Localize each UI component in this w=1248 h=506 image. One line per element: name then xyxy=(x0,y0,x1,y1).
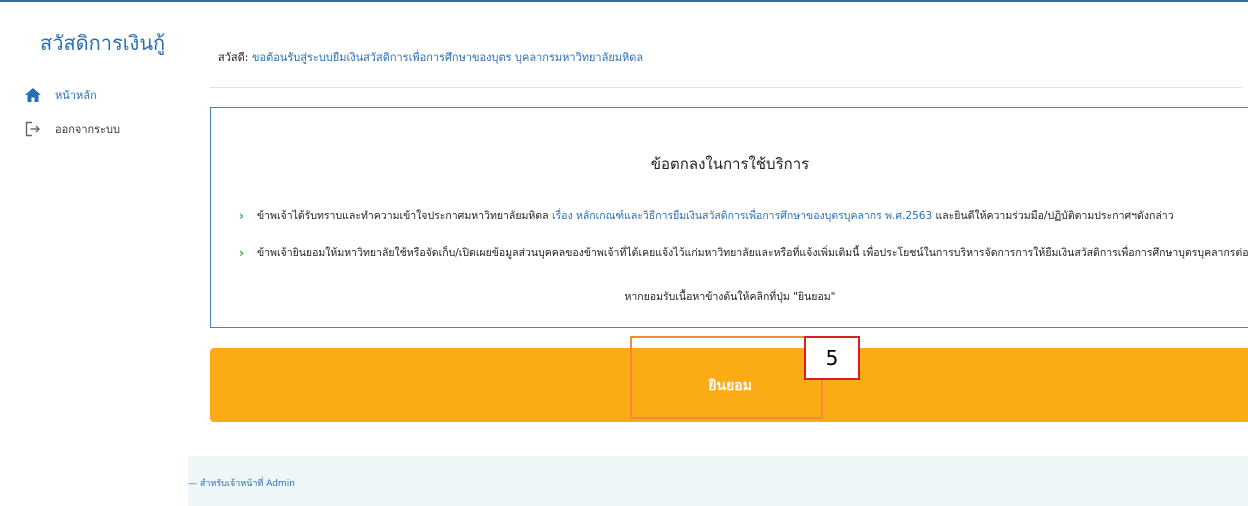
divider xyxy=(210,87,1243,88)
sidebar-item-home[interactable]: หน้าหลัก xyxy=(24,86,97,104)
highlight-box xyxy=(630,336,823,419)
terms-item: › ข้าพเจ้ายินยอมให้มหาวิทยาลัยใช้หรือจัด… xyxy=(239,244,1248,261)
sidebar-item-label: หน้าหลัก xyxy=(55,89,97,102)
chevron-right-icon: › xyxy=(239,208,244,223)
terms-item-text: ข้าพเจ้าได้รับทราบและทำความเข้าใจประกาศม… xyxy=(256,210,549,222)
top-border xyxy=(0,0,1248,2)
greeting-prefix: สวัสดี: xyxy=(218,51,249,64)
terms-panel: ข้อตกลงในการใช้บริการ › ข้าพเจ้าได้รับทร… xyxy=(210,107,1248,328)
sidebar-item-logout[interactable]: ออกจากระบบ xyxy=(24,120,120,138)
terms-item-text: และยินดีให้ความร่วมมือ/ปฏิบัติตามประกาศฯ… xyxy=(935,210,1174,222)
greeting-text: ขอต้อนรับสู่ระบบยืมเงินสวัสดิการเพื่อการ… xyxy=(251,51,644,64)
terms-title: ข้อตกลงในการใช้บริการ xyxy=(650,155,810,173)
step-badge: 5 xyxy=(804,336,860,380)
admin-link[interactable]: — สำหรับเจ้าหน้าที่ Admin xyxy=(188,476,295,490)
announcement-link[interactable]: เรื่อง หลักเกณฑ์และวิธีการยืมเงินสวัสดิก… xyxy=(552,207,932,224)
home-icon xyxy=(24,86,42,104)
footer: — สำหรับเจ้าหน้าที่ Admin xyxy=(188,456,1248,506)
terms-note: หากยอมรับเนื้อหาข้างต้นให้คลิกที่ปุ่ม "ย… xyxy=(624,291,836,303)
logout-icon xyxy=(24,120,42,138)
sidebar-item-label: ออกจากระบบ xyxy=(55,123,120,136)
chevron-right-icon: › xyxy=(239,245,244,260)
terms-item: › ข้าพเจ้าได้รับทราบและทำความเข้าใจประกา… xyxy=(239,207,1174,224)
terms-item-text: ข้าพเจ้ายินยอมให้มหาวิทยาลัยใช้หรือจัดเก… xyxy=(256,247,1248,259)
greeting: สวัสดี: ขอต้อนรับสู่ระบบยืมเงินสวัสดิการ… xyxy=(218,48,643,66)
brand-title: สวัสดิการเงินกู้ xyxy=(40,31,166,55)
